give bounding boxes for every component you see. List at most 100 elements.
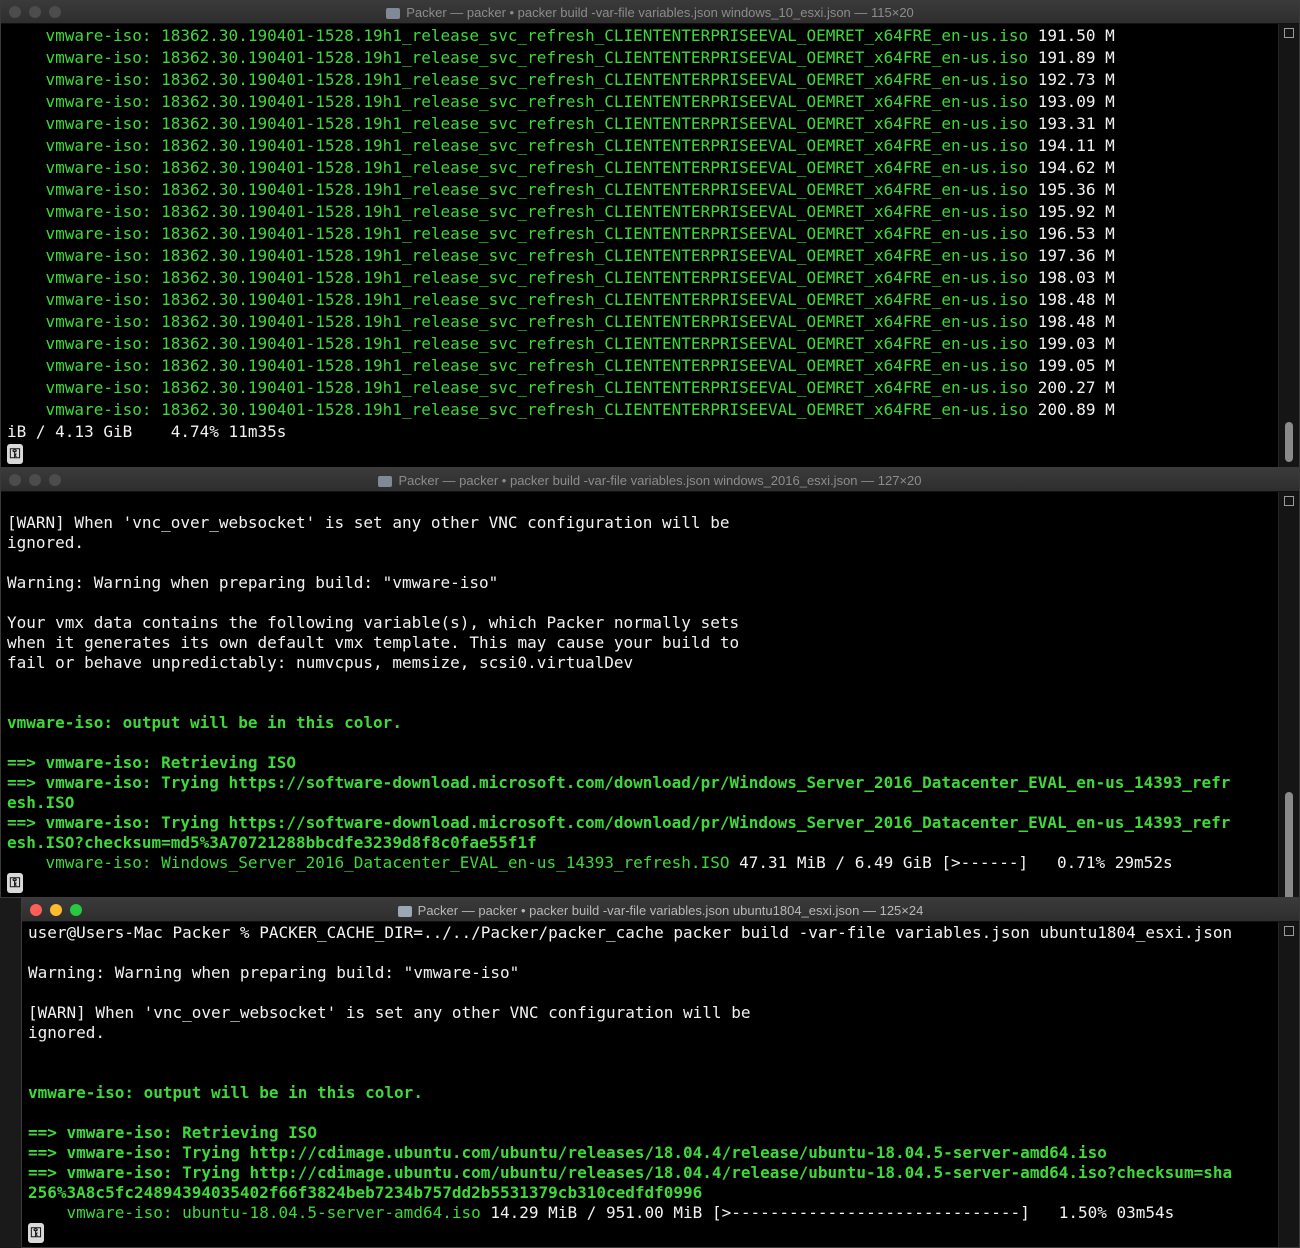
terminal-window-windows2016[interactable]: Packer — packer • packer build -var-file… xyxy=(0,468,1300,898)
progress-line: vmware-iso: 18362.30.190401-1528.19h1_re… xyxy=(7,377,1275,399)
line-prefix: vmware-iso: 18362.30.190401-1528.19h1_re… xyxy=(7,378,1038,397)
terminal-output[interactable]: [WARN] When 'vnc_over_websocket' is set … xyxy=(7,513,1275,873)
line-prefix: vmware-iso: 18362.30.190401-1528.19h1_re… xyxy=(7,356,1038,375)
download-size: 198.03 M xyxy=(1037,268,1115,287)
split-pane-icon[interactable] xyxy=(1284,28,1294,38)
split-pane-icon[interactable] xyxy=(1284,926,1294,936)
terminal-line: 256%3A8c5fc24894394035402f66f3824beb7234… xyxy=(28,1183,1275,1203)
zoom-button[interactable] xyxy=(70,904,82,916)
line-text: vmware-iso: output will be in this color… xyxy=(28,1083,423,1102)
progress-line: vmware-iso: 18362.30.190401-1528.19h1_re… xyxy=(7,201,1275,223)
terminal-line: ==> vmware-iso: Retrieving ISO xyxy=(7,753,1275,773)
line-prefix: vmware-iso: 18362.30.190401-1528.19h1_re… xyxy=(7,70,1038,89)
line-prefix: vmware-iso: 18362.30.190401-1528.19h1_re… xyxy=(7,180,1038,199)
terminal-window-windows10[interactable]: Packer — packer • packer build -var-file… xyxy=(0,0,1300,468)
line-prefix: vmware-iso: 18362.30.190401-1528.19h1_re… xyxy=(7,114,1038,133)
terminal-line: Warning: Warning when preparing build: "… xyxy=(7,573,1275,593)
download-size: 195.36 M xyxy=(1037,180,1115,199)
terminal-line: [WARN] When 'vnc_over_websocket' is set … xyxy=(7,513,1275,533)
terminal-line: esh.ISO?checksum=md5%3A70721288bbcdfe323… xyxy=(7,833,1275,853)
zoom-button[interactable] xyxy=(49,474,61,486)
window-controls xyxy=(30,904,82,916)
terminal-output[interactable]: vmware-iso: 18362.30.190401-1528.19h1_re… xyxy=(7,25,1275,443)
line-prefix: vmware-iso: 18362.30.190401-1528.19h1_re… xyxy=(7,224,1038,243)
line-text: fail or behave unpredictably: numvcpus, … xyxy=(7,653,634,672)
progress-line: vmware-iso: 18362.30.190401-1528.19h1_re… xyxy=(7,245,1275,267)
terminal-output[interactable]: user@Users-Mac Packer % PACKER_CACHE_DIR… xyxy=(28,923,1275,1223)
download-size: 199.05 M xyxy=(1037,356,1115,375)
terminal-line: vmware-iso: Windows_Server_2016_Datacent… xyxy=(7,853,1275,873)
progress-line: vmware-iso: 18362.30.190401-1528.19h1_re… xyxy=(7,113,1275,135)
minimize-button[interactable] xyxy=(50,904,62,916)
terminal-line: Your vmx data contains the following var… xyxy=(7,613,1275,633)
line-prefix: vmware-iso: 18362.30.190401-1528.19h1_re… xyxy=(7,400,1038,419)
download-size: 195.92 M xyxy=(1037,202,1115,221)
scrollbar-thumb[interactable] xyxy=(1285,422,1293,462)
window-controls xyxy=(9,474,61,486)
progress-line: vmware-iso: 18362.30.190401-1528.19h1_re… xyxy=(7,135,1275,157)
download-progress: 47.31 MiB / 6.49 GiB [>------] 0.71% 29m… xyxy=(729,853,1173,872)
download-size: 198.48 M xyxy=(1037,312,1115,331)
terminal-line: esh.ISO xyxy=(7,793,1275,813)
scrollbar-thumb[interactable] xyxy=(1285,792,1293,897)
minimize-button[interactable] xyxy=(29,474,41,486)
window-controls xyxy=(9,6,61,18)
scrollbar[interactable] xyxy=(1278,492,1299,897)
line-text: esh.ISO xyxy=(7,793,75,812)
terminal-line: ==> vmware-iso: Trying http://cdimage.ub… xyxy=(28,1143,1275,1163)
line-prefix: vmware-iso: 18362.30.190401-1528.19h1_re… xyxy=(7,202,1038,221)
scrollbar[interactable] xyxy=(1278,922,1299,1247)
download-size: 200.27 M xyxy=(1037,378,1115,397)
line-text: Warning: Warning when preparing build: "… xyxy=(28,963,520,982)
line-text: vmware-iso: output will be in this color… xyxy=(7,713,402,732)
close-button[interactable] xyxy=(9,6,21,18)
line-prefix: vmware-iso: 18362.30.190401-1528.19h1_re… xyxy=(7,48,1038,67)
line-prefix: vmware-iso: 18362.30.190401-1528.19h1_re… xyxy=(7,334,1038,353)
line-text: esh.ISO?checksum=md5%3A70721288bbcdfe323… xyxy=(7,833,537,852)
progress-line: vmware-iso: 18362.30.190401-1528.19h1_re… xyxy=(7,399,1275,421)
terminal-window-ubuntu1804[interactable]: Packer — packer • packer build -var-file… xyxy=(21,898,1300,1248)
line-text: ==> vmware-iso: Trying https://software-… xyxy=(7,813,1231,832)
line-text: when it generates its own default vmx te… xyxy=(7,633,740,652)
close-button[interactable] xyxy=(30,904,42,916)
scrollbar[interactable] xyxy=(1278,24,1299,467)
terminal-line: vmware-iso: output will be in this color… xyxy=(28,1083,1275,1103)
terminal-line: Warning: Warning when preparing build: "… xyxy=(28,963,1275,983)
download-size: 193.09 M xyxy=(1037,92,1115,111)
progress-line: vmware-iso: 18362.30.190401-1528.19h1_re… xyxy=(7,25,1275,47)
line-prefix: vmware-iso: 18362.30.190401-1528.19h1_re… xyxy=(7,26,1038,45)
window-title: Packer — packer • packer build -var-file… xyxy=(417,902,924,918)
line-prefix: vmware-iso: 18362.30.190401-1528.19h1_re… xyxy=(7,268,1038,287)
line-prefix: vmware-iso: 18362.30.190401-1528.19h1_re… xyxy=(7,136,1038,155)
line-text: vmware-iso: ubuntu-18.04.5-server-amd64.… xyxy=(28,1203,481,1222)
window-title: Packer — packer • packer build -var-file… xyxy=(406,4,914,20)
download-size: 193.31 M xyxy=(1037,114,1115,133)
download-size: 196.53 M xyxy=(1037,224,1115,243)
terminal-line: ignored. xyxy=(7,533,1275,553)
window-title: Packer — packer • packer build -var-file… xyxy=(398,472,922,488)
line-text: user@Users-Mac Packer % PACKER_CACHE_DIR… xyxy=(28,923,1233,942)
minimize-button[interactable] xyxy=(29,6,41,18)
progress-line: vmware-iso: 18362.30.190401-1528.19h1_re… xyxy=(7,289,1275,311)
zoom-button[interactable] xyxy=(49,6,61,18)
close-button[interactable] xyxy=(9,474,21,486)
status-line: iB / 4.13 GiB 4.74% 11m35s xyxy=(7,422,287,441)
window-titlebar[interactable]: Packer — packer • packer build -var-file… xyxy=(1,1,1299,24)
download-size: 197.36 M xyxy=(1037,246,1115,265)
split-pane-icon[interactable] xyxy=(1284,496,1294,506)
line-prefix: vmware-iso: 18362.30.190401-1528.19h1_re… xyxy=(7,290,1038,309)
window-titlebar[interactable]: Packer — packer • packer build -var-file… xyxy=(1,469,1299,492)
window-titlebar[interactable]: Packer — packer • packer build -var-file… xyxy=(22,899,1299,922)
download-size: 192.73 M xyxy=(1037,70,1115,89)
folder-icon xyxy=(378,475,393,487)
download-size: 200.89 M xyxy=(1037,400,1115,419)
terminal-line: ==> vmware-iso: Trying https://software-… xyxy=(7,813,1275,833)
terminal-line: ignored. xyxy=(28,1023,1275,1043)
line-text: ==> vmware-iso: Trying https://software-… xyxy=(7,773,1231,792)
progress-line: vmware-iso: 18362.30.190401-1528.19h1_re… xyxy=(7,179,1275,201)
